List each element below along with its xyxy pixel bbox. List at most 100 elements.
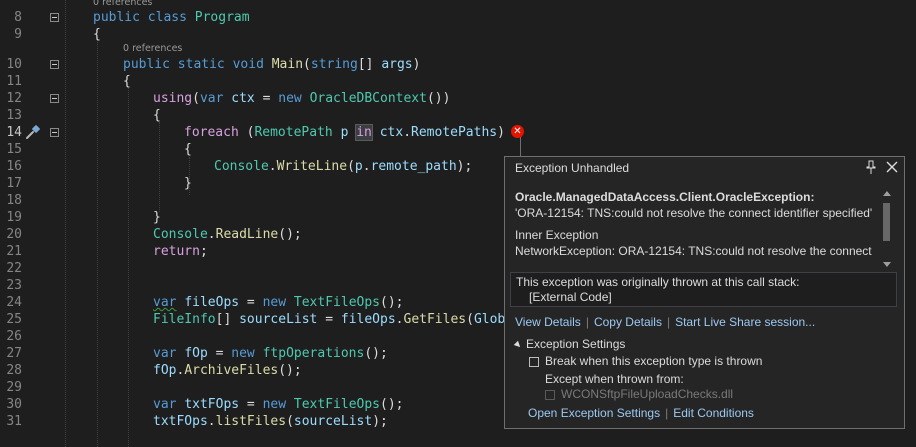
code-token: WriteLine xyxy=(276,159,348,174)
code-token: ( xyxy=(238,125,255,140)
code-line[interactable]: { xyxy=(123,73,131,90)
fold-toggle-icon[interactable] xyxy=(50,60,59,69)
code-token: (); xyxy=(278,227,302,242)
code-line[interactable]: { xyxy=(93,26,101,43)
code-line[interactable]: var txtFOps = new TextFileOps(); xyxy=(153,396,403,413)
scroll-up-arrow-icon[interactable] xyxy=(883,191,891,196)
break-checkbox[interactable] xyxy=(529,356,539,367)
code-token: using xyxy=(153,91,193,106)
code-token: ctx xyxy=(379,125,404,140)
code-line[interactable]: public static void Main(string[] args) xyxy=(123,56,420,73)
open-exception-settings-link[interactable]: Open Exception Settings xyxy=(528,406,660,420)
code-line[interactable]: Console.WriteLine(p.remote_path); xyxy=(214,158,472,175)
codelens-references[interactable]: 0 references xyxy=(93,0,152,8)
break-checkbox-row[interactable]: Break when this exception type is thrown xyxy=(529,354,762,368)
line-number: 8 xyxy=(14,10,22,25)
code-token: class xyxy=(147,10,187,25)
fold-toggle-icon[interactable] xyxy=(50,94,59,103)
exception-details: Oracle.ManagedDataAccess.Client.OracleEx… xyxy=(515,189,877,263)
code-token: Program xyxy=(194,10,250,25)
code-line[interactable]: { xyxy=(184,141,192,158)
line-number: 20 xyxy=(6,227,22,242)
link-separator: | xyxy=(665,406,669,420)
line-number: 28 xyxy=(6,363,22,378)
code-line[interactable]: var fileOps = new TextFileOps(); xyxy=(153,294,403,311)
code-token: string xyxy=(310,57,358,72)
code-line[interactable]: { xyxy=(153,107,161,124)
exception-settings-header[interactable]: Exception Settings xyxy=(513,337,626,351)
code-token: ArchiveFiles xyxy=(184,363,279,378)
codelens-references[interactable]: 0 references xyxy=(123,43,182,54)
code-token: return xyxy=(153,244,200,259)
error-icon[interactable]: ✕ xyxy=(511,125,524,138)
dll-checkbox-label: WCONSftpFileUploadChecks.dll xyxy=(561,387,734,401)
code-token: FileInfo xyxy=(153,312,216,327)
indent-guide xyxy=(128,88,129,447)
code-line[interactable]: } xyxy=(184,175,192,192)
line-number: 11 xyxy=(6,74,22,89)
code-line[interactable]: txtFOps.listFiles(sourceList); xyxy=(153,413,388,430)
line-number: 25 xyxy=(6,312,22,327)
code-token: { xyxy=(184,142,192,157)
code-token: . xyxy=(207,227,216,242)
code-line[interactable]: using(var ctx = new OracleDBContext()) xyxy=(153,90,450,107)
code-line[interactable]: return; xyxy=(153,243,208,260)
call-stack-frame[interactable]: [External Code] xyxy=(516,290,891,305)
code-token: new xyxy=(278,91,302,106)
close-icon[interactable] xyxy=(883,158,901,176)
code-token: var xyxy=(199,91,224,106)
code-line[interactable]: var fOp = new ftpOperations(); xyxy=(153,345,388,362)
brush-icon[interactable] xyxy=(24,123,42,141)
code-line[interactable]: } xyxy=(153,209,161,226)
code-token: ctx xyxy=(231,91,255,106)
view-details-link[interactable]: View Details xyxy=(515,315,581,329)
line-number: 24 xyxy=(6,295,22,310)
exception-settings-label: Exception Settings xyxy=(526,337,626,351)
fold-toggle-icon[interactable] xyxy=(50,13,59,22)
code-token: ( xyxy=(347,159,355,174)
edit-conditions-link[interactable]: Edit Conditions xyxy=(673,406,754,420)
indent-guide xyxy=(159,122,160,212)
copy-details-link[interactable]: Copy Details xyxy=(594,315,662,329)
line-number: 21 xyxy=(6,244,22,259)
code-token: (); xyxy=(380,295,404,310)
call-stack-box: This exception was originally thrown at … xyxy=(510,272,897,307)
code-token: ) xyxy=(412,57,421,72)
code-token: = xyxy=(239,295,263,310)
code-token: OracleDBContext xyxy=(309,91,427,106)
details-scrollbar[interactable] xyxy=(881,189,893,267)
code-token: ftpOperations xyxy=(262,346,365,361)
line-number: 18 xyxy=(6,193,22,208)
scroll-down-arrow-icon[interactable] xyxy=(883,262,891,267)
code-token: Main xyxy=(271,57,304,72)
code-token: . xyxy=(403,125,412,140)
code-line[interactable]: foreach (RemotePath p in ctx.RemotePaths… xyxy=(184,124,505,141)
collapse-triangle-icon[interactable] xyxy=(513,340,523,350)
code-token: Console xyxy=(153,227,208,242)
fold-toggle-icon[interactable] xyxy=(50,128,59,137)
code-token: (); xyxy=(278,363,302,378)
line-number: 27 xyxy=(6,346,22,361)
code-token: = xyxy=(239,397,263,412)
code-line[interactable]: public class Program xyxy=(93,9,250,26)
code-token: void xyxy=(232,57,264,72)
code-token: fileOps xyxy=(184,295,240,310)
code-token: ) xyxy=(497,125,505,140)
settings-links: Open Exception Settings | Edit Conditions xyxy=(528,406,754,420)
code-token: in xyxy=(355,124,373,141)
live-share-link[interactable]: Start Live Share session... xyxy=(675,315,815,329)
pin-icon[interactable] xyxy=(862,158,880,176)
scroll-thumb[interactable] xyxy=(883,203,890,241)
code-line[interactable]: Console.ReadLine(); xyxy=(153,226,302,243)
link-separator: | xyxy=(666,315,671,329)
code-token: { xyxy=(93,27,101,42)
code-line[interactable]: FileInfo[] sourceList = fileOps.GetFiles… xyxy=(153,311,513,328)
code-line[interactable]: fOp.ArchiveFiles(); xyxy=(153,362,302,379)
code-token: TextFileOps xyxy=(293,397,380,412)
code-token: listFiles xyxy=(215,414,287,429)
line-number: 10 xyxy=(6,57,22,72)
code-token: public xyxy=(123,57,170,72)
